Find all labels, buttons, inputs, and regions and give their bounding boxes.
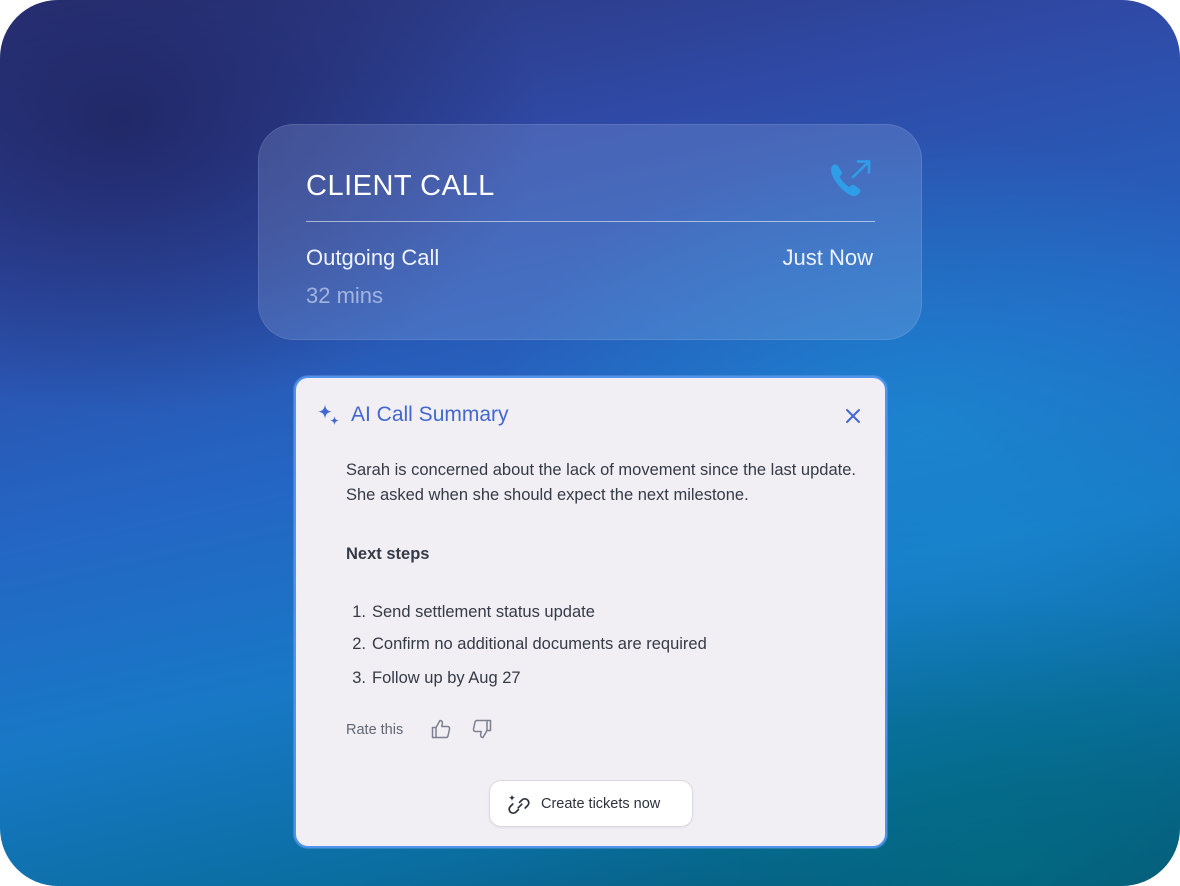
call-time: Just Now	[782, 245, 873, 270]
create-tickets-label: Create tickets now	[541, 796, 661, 812]
list-item: 1. Send settlement status update	[346, 600, 595, 624]
summary-text: Sarah is concerned about the lack of mov…	[346, 461, 856, 504]
step-text: Send settlement status update	[372, 603, 595, 621]
background-stage: CLIENT CALL Outgoing Call Just Now 32 mi…	[0, 0, 1180, 886]
thumbs-down-icon[interactable]	[471, 718, 493, 740]
ai-call-summary-panel: AI Call Summary Sarah is concerned about…	[294, 376, 887, 848]
step-text: Follow up by Aug 27	[372, 669, 521, 687]
next-steps-heading: Next steps	[346, 545, 430, 563]
list-item: 2. Confirm no additional documents are re…	[346, 632, 707, 656]
close-icon[interactable]	[842, 405, 864, 427]
sparkle-icon	[318, 404, 339, 426]
call-card-divider	[306, 221, 875, 222]
create-tickets-button[interactable]: Create tickets now	[489, 780, 693, 827]
thumbs-up-icon[interactable]	[430, 718, 452, 740]
list-item: 3. Follow up by Aug 27	[346, 666, 521, 690]
magic-link-icon	[508, 794, 530, 815]
summary-title: AI Call Summary	[351, 403, 509, 426]
call-card[interactable]: CLIENT CALL Outgoing Call Just Now 32 mi…	[258, 124, 922, 340]
call-type: Outgoing Call	[306, 245, 440, 270]
step-number: 3.	[352, 669, 366, 687]
step-text: Confirm no additional documents are requ…	[372, 635, 707, 653]
call-duration: 32 mins	[306, 283, 384, 308]
rate-label: Rate this	[346, 722, 404, 738]
step-number: 1.	[352, 603, 366, 621]
step-number: 2.	[352, 635, 366, 653]
outgoing-phone-icon	[831, 160, 871, 197]
call-title: CLIENT CALL	[306, 170, 495, 202]
